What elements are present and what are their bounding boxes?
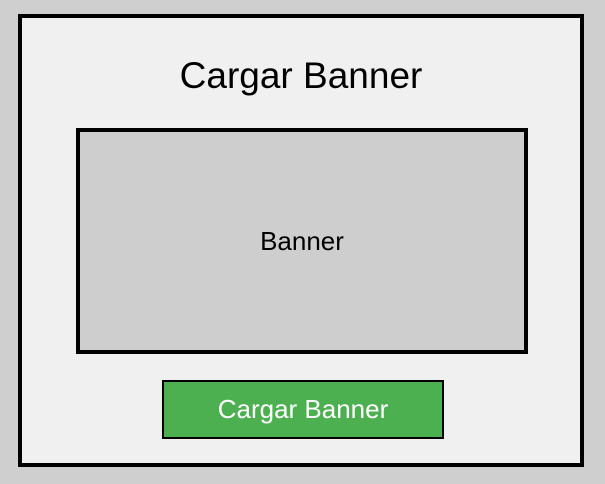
page-title: Cargar Banner [179, 55, 423, 96]
banner-preview: Banner [76, 128, 528, 354]
upload-panel: Cargar Banner Banner Cargar Banner [18, 14, 584, 467]
page-background: Cargar Banner Banner Cargar Banner [0, 0, 605, 484]
upload-banner-button[interactable]: Cargar Banner [162, 380, 444, 439]
banner-placeholder-label: Banner [260, 226, 344, 256]
